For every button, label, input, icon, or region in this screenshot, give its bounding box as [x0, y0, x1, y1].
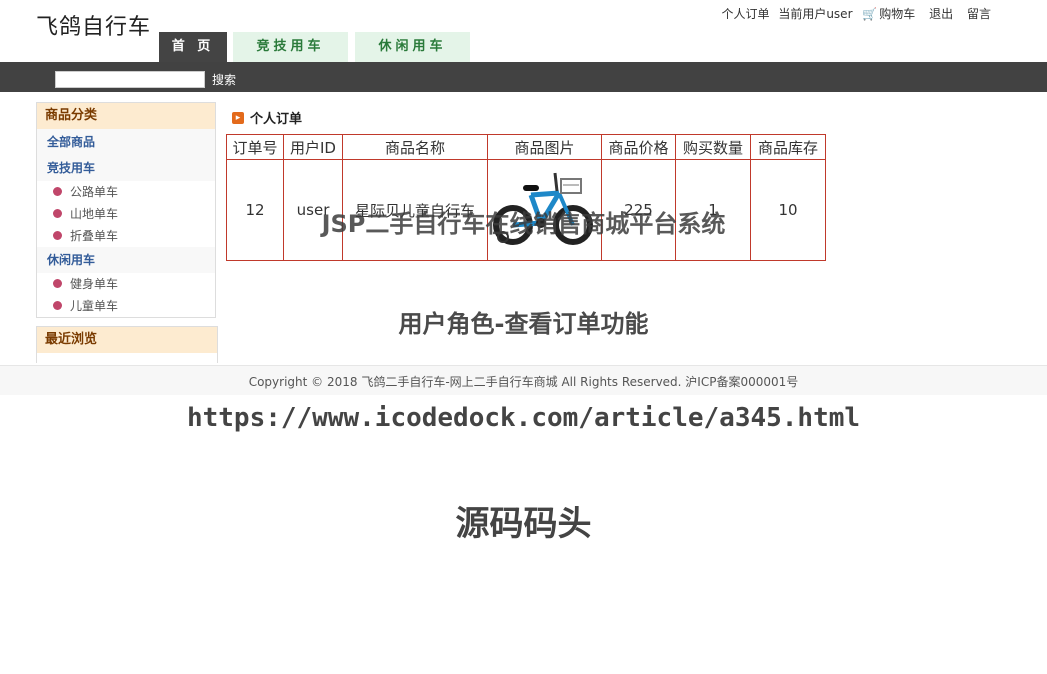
- table-header-row: 订单号 用户ID 商品名称 商品图片 商品价格 购买数量 商品库存: [226, 134, 826, 160]
- search-bar: 搜索: [0, 62, 1047, 92]
- watermark-title: JSP二手自行车在线销售商城平台系统: [321, 210, 726, 238]
- tab-home[interactable]: 首 页: [159, 32, 227, 62]
- category-competitive[interactable]: 竞技用车: [37, 155, 215, 181]
- orders-table: 订单号 用户ID 商品名称 商品图片 商品价格 购买数量 商品库存 12 use…: [226, 134, 826, 261]
- page-title-label: 个人订单: [250, 112, 303, 127]
- category-fitness-bike[interactable]: 健身单车: [37, 273, 215, 295]
- current-user-label: 当前用户user: [778, 7, 853, 21]
- watermark-brand: 源码码头: [455, 504, 592, 544]
- site-logo[interactable]: 飞鸽自行车: [36, 9, 151, 41]
- watermark-subtitle: 用户角色-查看订单功能: [398, 310, 649, 338]
- search-input[interactable]: [55, 71, 205, 88]
- search-button[interactable]: 搜索: [212, 71, 236, 88]
- arrow-right-icon: ▸: [232, 111, 244, 124]
- col-quantity: 购买数量: [675, 134, 751, 160]
- col-stock: 商品库存: [750, 134, 826, 160]
- col-product-name: 商品名称: [342, 134, 488, 160]
- my-orders-link[interactable]: 个人订单: [721, 7, 769, 21]
- category-all[interactable]: 全部商品: [37, 129, 215, 155]
- category-title: 商品分类: [37, 103, 215, 129]
- category-item-label: 公路单车: [70, 185, 119, 199]
- page-title: ▸ 个人订单: [232, 108, 302, 127]
- copyright-text: Copyright © 2018 飞鸽二手自行车-网上二手自行车商城 All R…: [248, 375, 799, 389]
- cart-icon[interactable]: 🛒: [862, 7, 877, 21]
- cart-link[interactable]: 购物车: [879, 7, 915, 21]
- tab-competitive-bikes[interactable]: 竞技用车: [233, 32, 348, 62]
- category-road-bike[interactable]: 公路单车: [37, 181, 215, 203]
- message-link[interactable]: 留言: [967, 7, 991, 21]
- footer: Copyright © 2018 飞鸽二手自行车-网上二手自行车商城 All R…: [0, 365, 1047, 395]
- top-links: 个人订单 当前用户user 🛒 购物车 退出 留言: [716, 5, 991, 22]
- bullet-icon: [53, 187, 62, 196]
- col-user-id: 用户ID: [283, 134, 343, 160]
- category-leisure[interactable]: 休闲用车: [37, 247, 215, 273]
- watermark-url: https://www.icodedock.com/article/a345.h…: [186, 403, 861, 433]
- category-item-label: 健身单车: [70, 277, 119, 291]
- logout-link[interactable]: 退出: [929, 7, 953, 21]
- col-price: 商品价格: [601, 134, 676, 160]
- bullet-icon: [53, 279, 62, 288]
- col-product-image: 商品图片: [487, 134, 602, 160]
- tab-leisure-bikes[interactable]: 休闲用车: [355, 32, 470, 62]
- col-order-id: 订单号: [226, 134, 284, 160]
